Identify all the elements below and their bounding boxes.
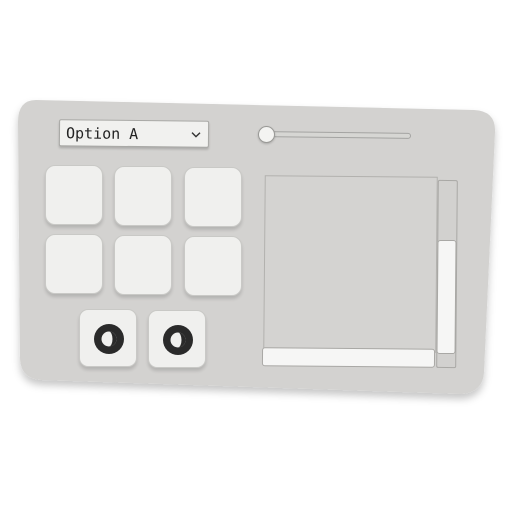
pad-button-1[interactable] bbox=[45, 165, 103, 225]
half-moon-dial-icon bbox=[94, 324, 124, 354]
horizontal-scrollbar-thumb[interactable] bbox=[261, 347, 436, 368]
app-window: Option A bbox=[0, 0, 512, 512]
half-moon-dial-icon bbox=[163, 325, 193, 355]
dial-button-1[interactable] bbox=[79, 309, 137, 367]
scrollable-area[interactable] bbox=[263, 175, 438, 353]
pad-button-3[interactable] bbox=[184, 167, 242, 227]
pad-button-2[interactable] bbox=[114, 166, 172, 226]
pad-button-4[interactable] bbox=[45, 234, 103, 294]
dropdown-selected-value: Option A bbox=[65, 124, 139, 144]
pad-button-6[interactable] bbox=[184, 236, 242, 296]
dial-button-2[interactable] bbox=[148, 310, 206, 368]
option-dropdown[interactable]: Option A bbox=[58, 119, 210, 148]
slider-thumb[interactable] bbox=[258, 126, 275, 143]
chevron-down-icon bbox=[191, 132, 201, 138]
pad-button-5[interactable] bbox=[114, 235, 172, 295]
vertical-scrollbar-thumb[interactable] bbox=[436, 239, 457, 355]
